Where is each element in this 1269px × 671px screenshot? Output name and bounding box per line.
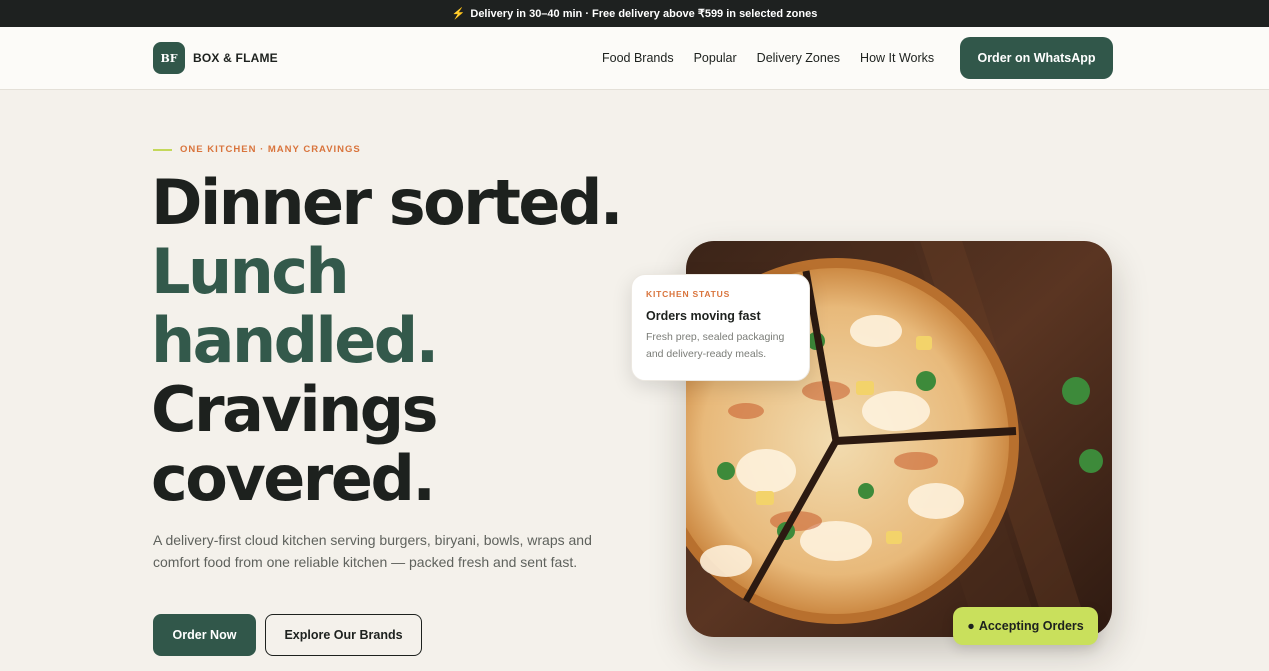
nav-link-how-it-works[interactable]: How It Works bbox=[860, 51, 934, 65]
status-card-description: Fresh prep, sealed packaging and deliver… bbox=[646, 331, 785, 360]
order-on-whatsapp-button[interactable]: Order on WhatsApp bbox=[960, 37, 1113, 79]
eyebrow-text: ONE KITCHEN · MANY CRAVINGS bbox=[180, 144, 361, 155]
nav-link-popular[interactable]: Popular bbox=[694, 51, 737, 65]
hero-headline: Dinner sorted. Lunch handled. Cravings c… bbox=[151, 166, 623, 515]
announcement-bar: ⚡ Delivery in 30–40 min · Free delivery … bbox=[0, 0, 1269, 27]
kitchen-status-card: KITCHEN STATUS Orders moving fast Fresh … bbox=[631, 274, 810, 381]
nav-links: Food Brands Popular Delivery Zones How I… bbox=[602, 51, 934, 65]
status-dot-icon: ● bbox=[967, 619, 975, 633]
accepting-orders-badge: ● Accepting Orders bbox=[953, 607, 1098, 645]
headline-line-4: Cravings bbox=[151, 373, 439, 446]
nav-link-food-brands[interactable]: Food Brands bbox=[602, 51, 674, 65]
headline-line-1: Dinner sorted. bbox=[151, 166, 623, 239]
status-card-title: Orders moving fast bbox=[646, 309, 761, 323]
logo[interactable]: BF BOX & FLAME bbox=[153, 42, 278, 74]
headline-line-2: Lunch bbox=[151, 235, 350, 308]
hero-lead: A delivery-first cloud kitchen serving b… bbox=[153, 532, 592, 570]
headline-line-3: handled. bbox=[151, 304, 439, 377]
nav-link-delivery-zones[interactable]: Delivery Zones bbox=[757, 51, 840, 65]
announcement-text: Delivery in 30–40 min · Free delivery ab… bbox=[470, 8, 818, 20]
status-card-label: KITCHEN STATUS bbox=[646, 289, 731, 299]
logo-mark: BF bbox=[153, 42, 185, 74]
order-now-button[interactable]: Order Now bbox=[153, 614, 256, 656]
accepting-orders-text: Accepting Orders bbox=[978, 619, 1084, 633]
lightning-icon: ⚡ bbox=[451, 8, 466, 20]
explore-brands-button[interactable]: Explore Our Brands bbox=[265, 614, 422, 656]
headline-line-5: covered. bbox=[151, 442, 436, 515]
brand-name: BOX & FLAME bbox=[193, 51, 278, 65]
eyebrow-dash bbox=[153, 148, 172, 151]
hero-eyebrow: ONE KITCHEN · MANY CRAVINGS bbox=[153, 144, 361, 155]
main-navbar: BF BOX & FLAME Food Brands Popular Deliv… bbox=[0, 27, 1269, 90]
